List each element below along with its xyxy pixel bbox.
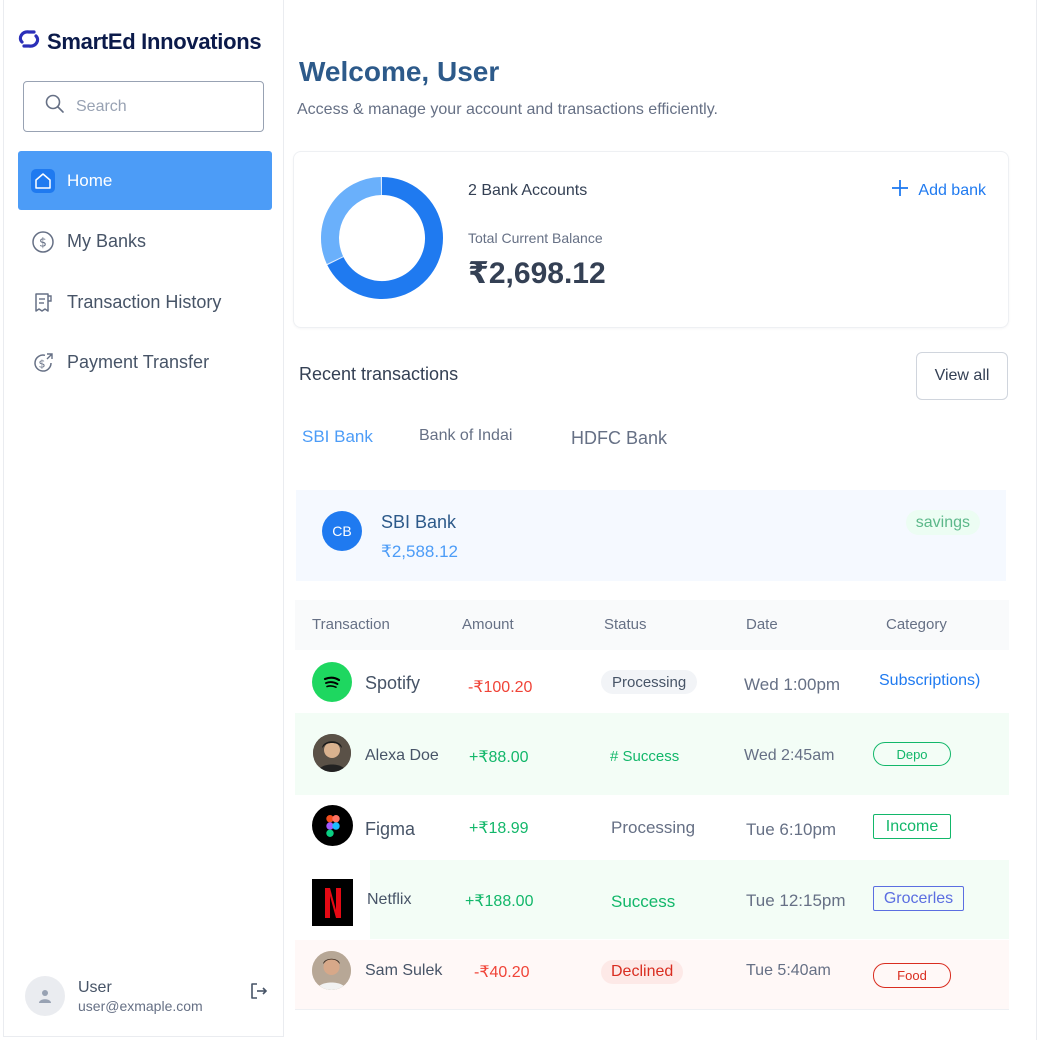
table-row[interactable]: Spotify -₹100.20 Processing Wed 1:00pm S… xyxy=(295,651,1009,712)
home-icon xyxy=(31,168,55,193)
status-badge: Processing xyxy=(601,670,698,694)
table-row[interactable]: Alexa Doe +₹88.00 # Success Wed 2:45am D… xyxy=(295,713,1009,795)
tab-sbi-bank[interactable]: SBI Bank xyxy=(302,427,373,447)
status-badge: # Success xyxy=(610,748,680,765)
sidebar-item-my-banks[interactable]: $ My Banks xyxy=(18,212,272,271)
transaction-amount: -₹40.20 xyxy=(474,964,530,981)
transaction-date: Wed 1:00pm xyxy=(744,675,841,694)
logo-icon xyxy=(17,28,41,55)
sidebar-item-label: Payment Transfer xyxy=(67,352,210,372)
sidebar-item-label: Home xyxy=(67,170,113,190)
user-icon xyxy=(39,990,51,1003)
status-badge: Processing xyxy=(611,818,696,837)
page-subtitle: Access & manage your account and transac… xyxy=(297,101,718,118)
category-badge: Grocerles xyxy=(873,886,964,911)
transaction-amount: +₹88.00 xyxy=(469,749,529,766)
view-all-button[interactable]: View all xyxy=(916,352,1008,400)
receipt-icon xyxy=(31,291,55,315)
column-header: Date xyxy=(746,616,778,633)
transaction-name: Sam Sulek xyxy=(365,962,443,979)
category-label: Subscriptions) xyxy=(879,672,981,689)
category-badge: Food xyxy=(873,963,951,988)
sidebar-item-label: Transaction History xyxy=(67,292,222,312)
brand-name: SmartEd Innovations xyxy=(47,28,262,54)
column-header: Transaction xyxy=(312,616,390,633)
search-placeholder: Search xyxy=(76,97,127,115)
user-profile[interactable]: User user@exmaple.com xyxy=(25,974,270,1018)
spotify-icon xyxy=(312,662,352,702)
table-row[interactable]: Figma +₹18.99 Processing Tue 6:10pm Inco… xyxy=(295,796,1009,856)
avatar xyxy=(313,734,351,772)
transaction-date: Tue 6:10pm xyxy=(746,820,837,839)
sidebar-item-label: My Banks xyxy=(67,231,147,251)
transaction-name: Netflix xyxy=(367,891,412,908)
transaction-amount: +₹188.00 xyxy=(465,893,534,910)
transaction-date: Tue 5:40am xyxy=(746,962,831,979)
svg-text:$: $ xyxy=(39,235,47,249)
category-badge: Income xyxy=(873,814,951,839)
column-header: Status xyxy=(604,616,647,633)
transactions-table-header: Transaction Amount Status Date Category xyxy=(295,600,1009,650)
status-badge: Declined xyxy=(601,960,684,984)
user-email: user@exmaple.com xyxy=(78,997,203,1014)
category-badge: Depo xyxy=(873,742,951,766)
page-title: Welcome, User xyxy=(299,56,500,87)
figma-icon xyxy=(312,805,353,846)
transaction-amount: +₹18.99 xyxy=(469,820,529,837)
column-header: Amount xyxy=(462,616,514,633)
netflix-icon xyxy=(312,879,353,926)
transaction-date: Tue 12:15pm xyxy=(746,891,846,910)
money-send-icon: $ xyxy=(31,351,55,375)
avatar xyxy=(312,951,351,990)
svg-text:$: $ xyxy=(39,357,46,370)
table-row[interactable]: Sam Sulek -₹40.20 Declined Tue 5:40am Fo… xyxy=(295,940,1009,1010)
dollar-icon: $ xyxy=(31,230,55,254)
transaction-date: Wed 2:45am xyxy=(744,747,835,764)
status-badge: Success xyxy=(611,892,676,911)
balance-donut-chart xyxy=(320,176,444,305)
bank-accounts-count: 2 Bank Accounts xyxy=(468,182,588,199)
active-bank-panel: CB SBI Bank ₹2,588.12 savings xyxy=(296,490,1006,581)
tab-hdfc-bank[interactable]: HDFC Bank xyxy=(571,428,667,449)
search-input[interactable]: Search xyxy=(23,81,264,132)
add-bank-button[interactable]: Add bank xyxy=(891,179,986,202)
transaction-name: Figma xyxy=(365,819,416,839)
bank-avatar: CB xyxy=(322,511,362,551)
recent-transactions-title: Recent transactions xyxy=(299,364,459,384)
account-type-badge: savings xyxy=(905,510,980,535)
user-name: User xyxy=(78,978,112,996)
balance-card: 2 Bank Accounts Total Current Balance ₹2… xyxy=(293,151,1009,328)
transaction-name: Alexa Doe xyxy=(365,747,439,764)
column-header: Category xyxy=(886,616,947,633)
logout-icon[interactable] xyxy=(248,980,270,1007)
donut-segment-bank-of-indai xyxy=(321,177,382,264)
plus-icon xyxy=(891,179,909,202)
tab-bank-of-indai[interactable]: Bank of Indai xyxy=(419,427,512,445)
sidebar-item-home[interactable]: Home xyxy=(18,151,272,210)
sidebar: SmartEd Innovations Search Home $ My Ban… xyxy=(3,0,284,1037)
brand-logo[interactable]: SmartEd Innovations xyxy=(17,28,262,55)
main-content: Welcome, User Access & manage your accou… xyxy=(284,0,1037,1040)
search-icon xyxy=(44,93,66,120)
transaction-amount: -₹100.20 xyxy=(468,679,533,696)
bank-balance: ₹2,588.12 xyxy=(381,542,458,561)
table-row[interactable]: Netflix +₹188.00 Success Tue 12:15pm Gro… xyxy=(295,857,1009,939)
total-balance-value: ₹2,698.12 xyxy=(468,257,606,290)
sidebar-item-transaction-history[interactable]: Transaction History xyxy=(18,273,272,332)
transaction-name: Spotify xyxy=(365,673,421,693)
sidebar-item-payment-transfer[interactable]: $ Payment Transfer xyxy=(18,333,272,392)
bank-name: SBI Bank xyxy=(381,512,457,532)
avatar xyxy=(25,976,65,1016)
total-balance-label: Total Current Balance xyxy=(468,230,603,246)
add-bank-label: Add bank xyxy=(918,181,986,199)
